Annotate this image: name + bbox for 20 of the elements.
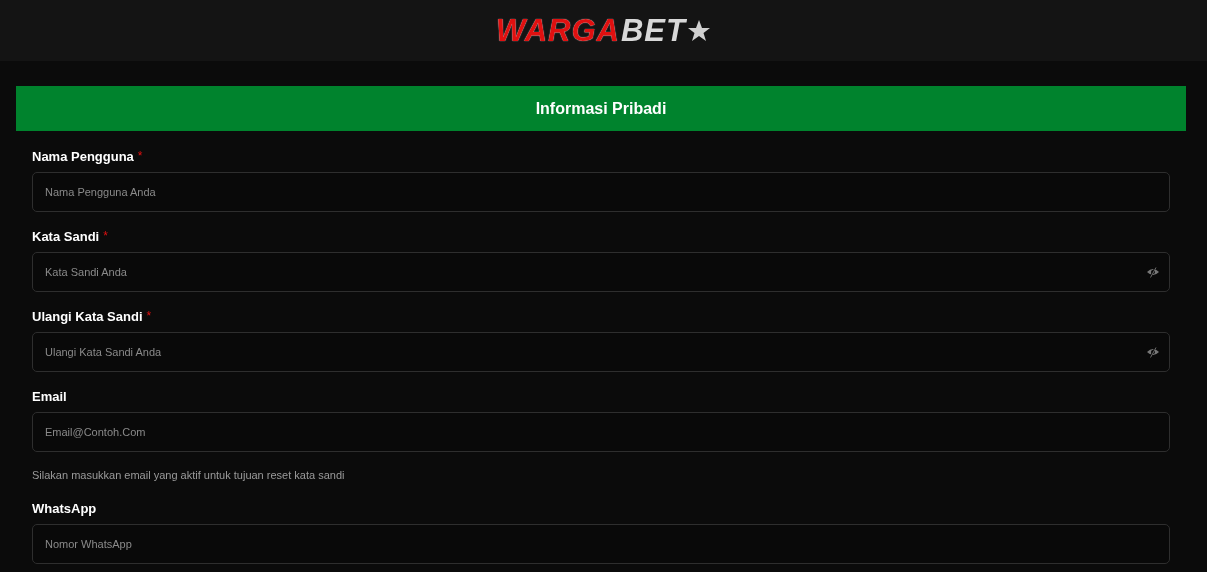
input-field[interactable]: Nomor WhatsApp — [32, 524, 1170, 564]
eye-slash-icon[interactable] — [1146, 345, 1160, 359]
required-mark: * — [146, 309, 152, 323]
field-label: Kata Sandi — [32, 228, 100, 244]
star-icon — [686, 18, 711, 43]
logo-text: WARGA — [496, 12, 620, 49]
input-field[interactable]: Kata Sandi Anda — [32, 252, 1170, 292]
logo-text: BET — [620, 12, 686, 49]
input-field[interactable]: Ulangi Kata Sandi Anda — [32, 332, 1170, 372]
required-mark: * — [137, 149, 143, 163]
field-label: Ulangi Kata Sandi — [32, 308, 143, 324]
input-field[interactable]: Nama Pengguna Anda — [32, 172, 1170, 212]
eye-slash-icon[interactable] — [1146, 265, 1160, 279]
required-mark: * — [103, 229, 108, 243]
input-field[interactable]: Email@Contoh.Com — [32, 412, 1170, 452]
helper-text: Silakan masukkan email yang aktif untuk tujuan reset kata sandi — [32, 468, 346, 483]
section-title: Informasi Pribadi — [16, 86, 1186, 131]
field-label: Email — [32, 388, 67, 404]
field-label: Nama Pengguna — [32, 148, 134, 164]
field-label: WhatsApp — [32, 500, 97, 516]
